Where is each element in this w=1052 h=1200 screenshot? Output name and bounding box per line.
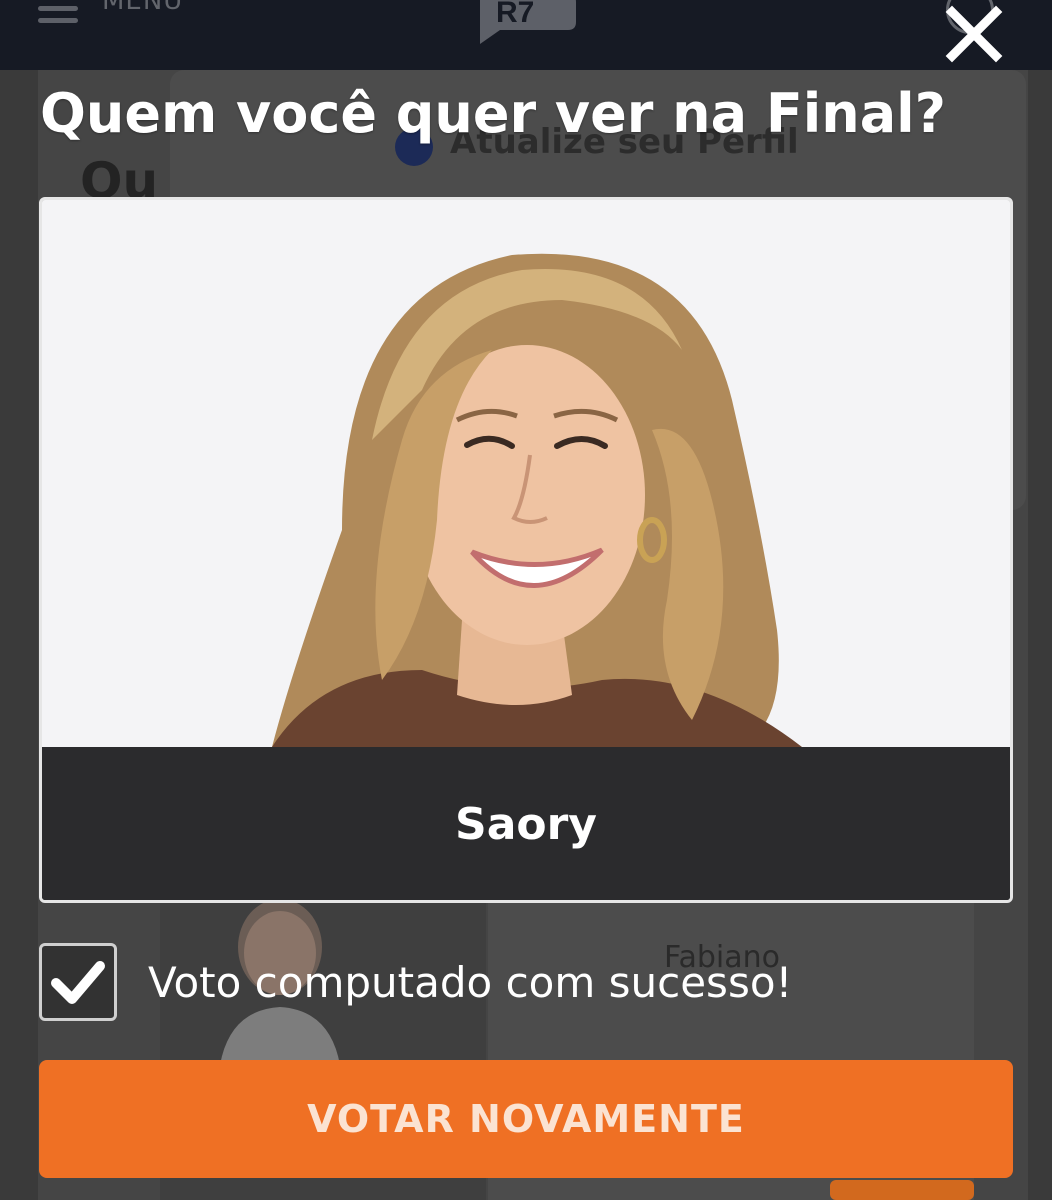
background-vote-button [830,1180,974,1200]
candidate-name: Saory [455,799,597,850]
vote-again-button[interactable]: VOTAR NOVAMENTE [39,1060,1013,1178]
close-button[interactable] [944,4,1004,64]
vote-confirmed-checkbox[interactable] [39,943,117,1021]
candidate-card[interactable]: Saory [39,197,1013,903]
candidate-name-bar: Saory [42,747,1010,900]
modal-title: Quem você quer ver na Final? [40,82,946,145]
top-navigation-bar: MENU R7 [0,0,1052,70]
r7-logo: R7 [476,0,576,44]
candidate-photo [42,200,1010,747]
hamburger-menu-icon [38,0,78,23]
svg-text:R7: R7 [496,0,534,29]
vote-status-message: Voto computado com sucesso! [148,958,793,1007]
menu-label: MENU [102,0,184,16]
checkmark-icon [51,961,105,1004]
vote-again-button-label: VOTAR NOVAMENTE [307,1097,745,1141]
close-icon [945,5,1003,63]
